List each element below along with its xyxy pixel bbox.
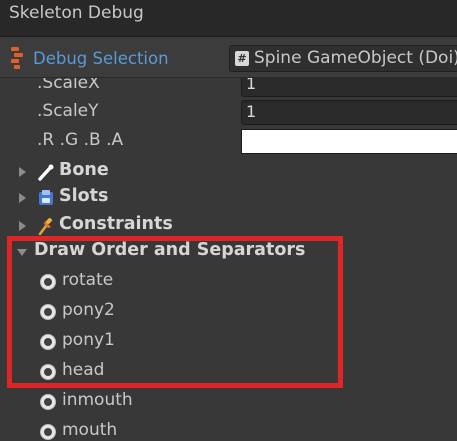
radio-icon[interactable]: [40, 394, 56, 410]
slot-item[interactable]: mouth: [0, 419, 457, 441]
section-bone[interactable]: Bone: [0, 158, 457, 186]
pin-icon: [38, 217, 53, 235]
section-label: Constraints: [59, 214, 173, 234]
slots-icon: [39, 190, 53, 205]
debug-selection-label[interactable]: Debug Selection: [33, 49, 169, 68]
section-label: Slots: [59, 186, 109, 206]
slot-item[interactable]: inmouth: [0, 389, 457, 417]
object-field-value: Spine GameObject (Doi): [254, 48, 457, 68]
debug-selection-icon: [11, 47, 23, 69]
property-row-scaley: .ScaleY 1: [0, 98, 457, 126]
property-label: .ScaleX: [37, 78, 100, 93]
property-label: .ScaleY: [37, 101, 99, 121]
expand-arrow-icon[interactable]: [19, 167, 26, 177]
property-label: .R .G .B .A: [37, 130, 124, 150]
bone-icon: [38, 164, 54, 181]
section-label: Bone: [59, 160, 109, 180]
scalex-value: 1: [246, 78, 257, 93]
expand-arrow-icon[interactable]: [19, 193, 26, 203]
highlight-box: [7, 236, 343, 388]
radio-icon[interactable]: [40, 424, 56, 440]
expand-arrow-icon[interactable]: [19, 221, 26, 231]
scaley-field[interactable]: 1: [241, 100, 457, 125]
script-hash-icon: #: [235, 51, 249, 66]
property-row-scalex: .ScaleX 1: [0, 78, 457, 98]
window-titlebar: Skeleton Debug: [0, 0, 457, 37]
property-row-rgba: .R .G .B .A: [0, 127, 457, 155]
slot-name: mouth: [62, 420, 118, 440]
toolbar: Debug Selection # Spine GameObject (Doi): [0, 37, 457, 78]
scalex-field[interactable]: 1: [241, 78, 457, 97]
object-field[interactable]: # Spine GameObject (Doi): [229, 45, 457, 72]
color-field[interactable]: [241, 129, 457, 154]
slot-name: inmouth: [62, 390, 133, 410]
scaley-value: 1: [246, 102, 257, 121]
section-slots[interactable]: Slots: [0, 184, 457, 212]
window-title: Skeleton Debug: [9, 3, 144, 23]
